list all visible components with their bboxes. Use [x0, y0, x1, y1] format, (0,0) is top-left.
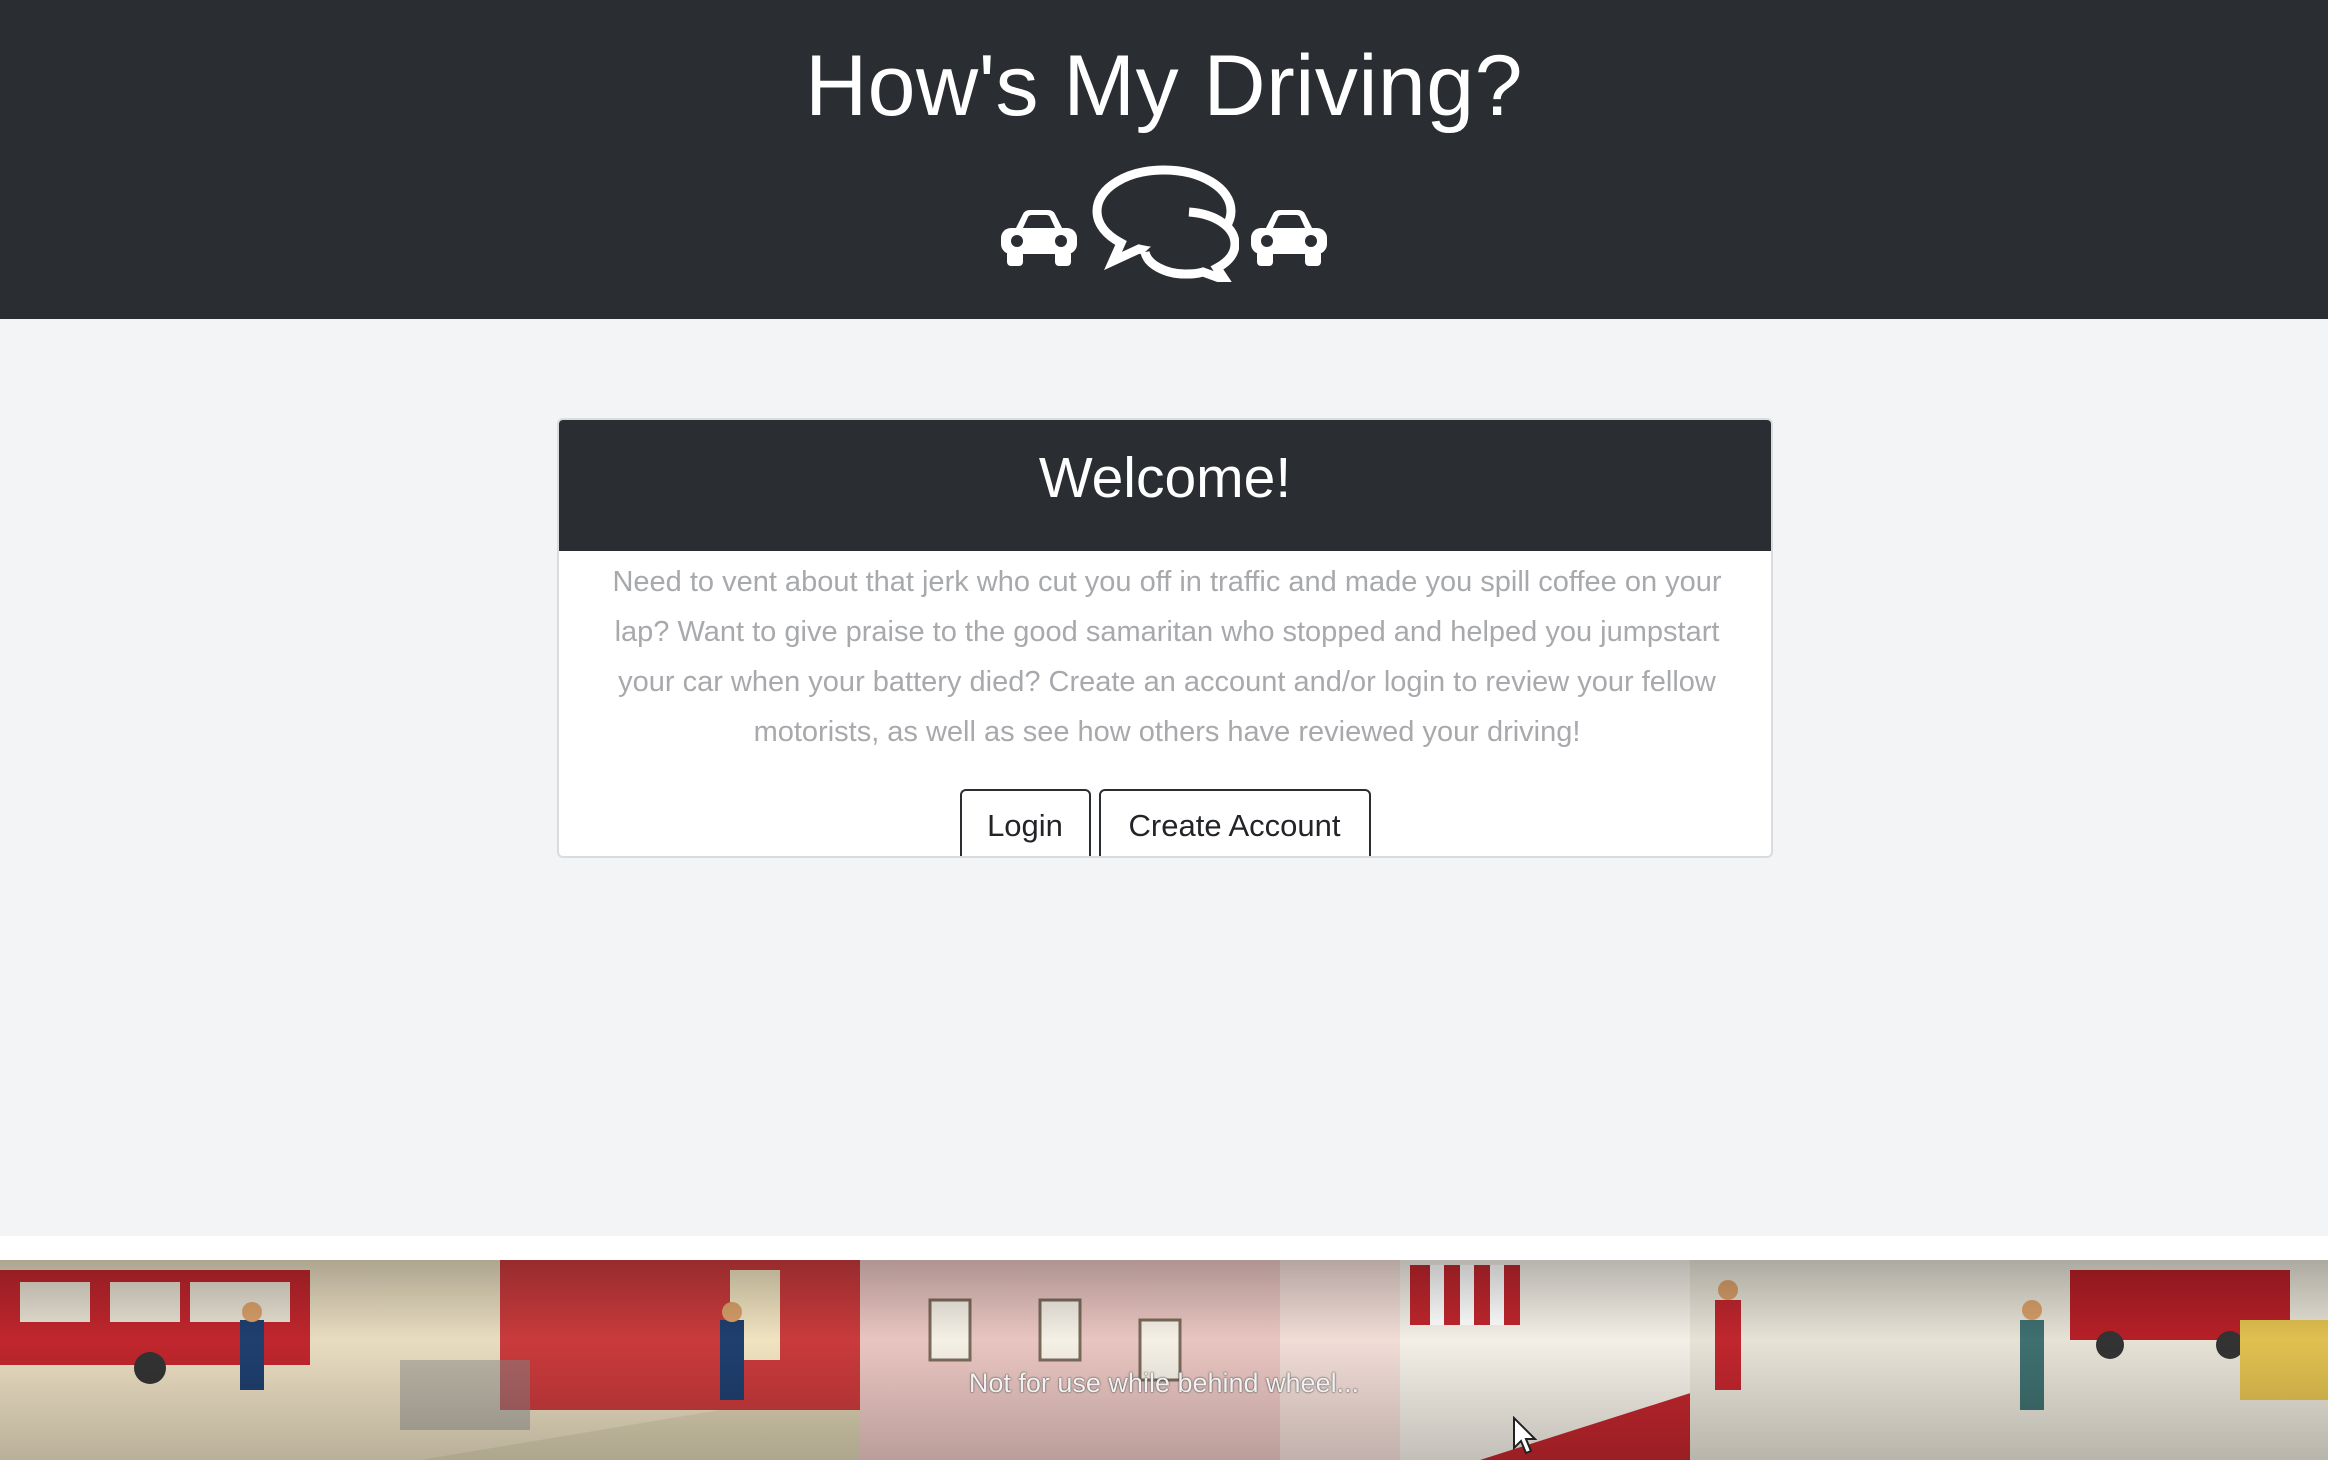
footer-banner: Not for use while behind wheel...: [0, 1260, 2328, 1460]
welcome-card-header: Welcome!: [559, 420, 1771, 551]
create-account-button[interactable]: Create Account: [1098, 789, 1371, 856]
welcome-text: Need to vent about that jerk who cut you…: [612, 566, 1722, 748]
car-icon: [1001, 210, 1077, 266]
chat-bubbles-icon: [1092, 165, 1239, 282]
mouse-cursor-icon: [1513, 1416, 1538, 1455]
site-title: How's My Driving?: [805, 38, 1523, 134]
welcome-card-body: Need to vent about that jerk who cut you…: [559, 551, 1771, 856]
welcome-title: Welcome!: [1038, 446, 1292, 510]
site-logo: [0, 152, 2328, 282]
auth-buttons: Login Create Account: [599, 789, 1731, 856]
footer-separator: [0, 1236, 2328, 1260]
login-button[interactable]: Login: [959, 789, 1091, 856]
car-icon: [1251, 210, 1327, 266]
street-scene-illustration: [0, 1260, 2328, 1460]
site-header: How's My Driving?: [0, 0, 2328, 319]
welcome-card: Welcome! Need to vent about that jerk wh…: [557, 418, 1773, 858]
footer-caption: Not for use while behind wheel...: [968, 1368, 1360, 1398]
